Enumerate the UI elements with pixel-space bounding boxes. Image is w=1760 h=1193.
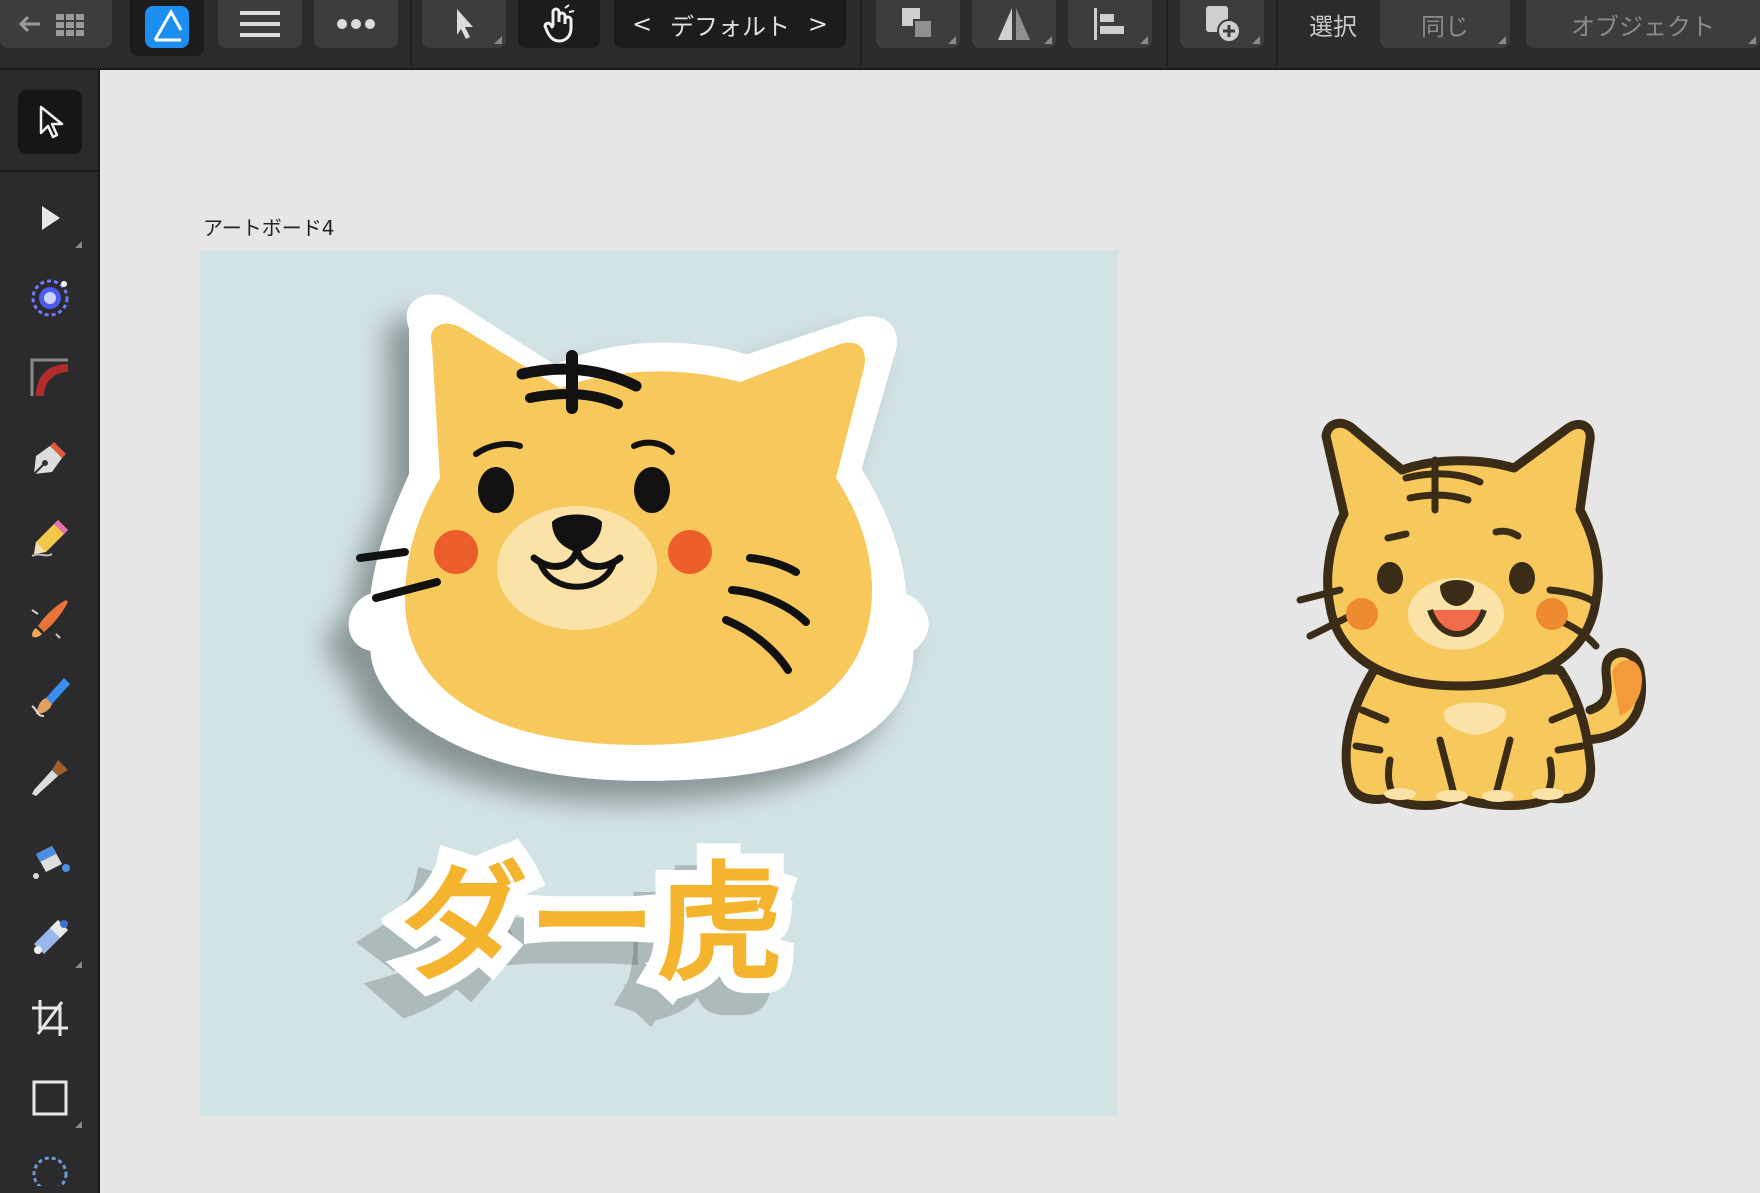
arrange-icon: [902, 8, 933, 39]
add-shape-icon: [1206, 6, 1241, 43]
insert-button[interactable]: [1180, 0, 1264, 48]
menu-button[interactable]: [218, 0, 302, 48]
crop-tool[interactable]: [18, 986, 82, 1050]
pen-icon: [33, 442, 66, 475]
artboard[interactable]: ダー虎 ダー虎 ダー虎: [200, 250, 1118, 1116]
toolbar-divider: [410, 0, 412, 66]
select-label: 選択: [1309, 12, 1357, 41]
pencil-icon: [31, 520, 68, 557]
sitting-tiger-illustration[interactable]: [1290, 410, 1690, 850]
paint-brush-tool[interactable]: [18, 666, 82, 730]
ellipse-icon: [32, 1156, 68, 1186]
pencil-tool[interactable]: [18, 506, 82, 570]
top-toolbar: < デフォルト > 選択 同じ オブジェクト: [0, 0, 1760, 70]
arrange-button[interactable]: [876, 0, 960, 48]
hand-tap-icon: [543, 4, 575, 43]
tools-divider: [0, 170, 98, 172]
contour-tool[interactable]: [18, 266, 82, 330]
select-object-button[interactable]: オブジェクト: [1526, 0, 1760, 48]
artboard-label[interactable]: アートボード4: [203, 212, 335, 241]
toolbar-divider: [860, 0, 862, 66]
vector-brush-icon: [31, 600, 68, 639]
back-grid-icon: [18, 14, 84, 36]
knife-tool[interactable]: [18, 746, 82, 810]
select-mode-button[interactable]: [422, 0, 506, 48]
move-tool[interactable]: [18, 90, 82, 154]
more-button[interactable]: [314, 0, 398, 48]
tools-panel: [0, 70, 100, 1193]
corner-icon: [30, 358, 68, 396]
logo-text[interactable]: ダー虎 ダー虎 ダー虎: [363, 820, 900, 1036]
fill-tool[interactable]: [18, 826, 82, 890]
gradient-icon: [34, 920, 68, 954]
next-chevron-icon[interactable]: >: [808, 10, 828, 38]
flip-button[interactable]: [972, 0, 1056, 48]
select-label-button[interactable]: 選択: [1290, 0, 1376, 48]
flip-icon: [998, 8, 1030, 40]
knife-icon: [32, 760, 68, 796]
select-object-label: オブジェクト: [1571, 12, 1715, 41]
arrow-icon: [39, 105, 64, 139]
ellipsis-icon: [337, 19, 375, 29]
corner-tool[interactable]: [18, 346, 82, 410]
crop-icon: [32, 1000, 68, 1036]
vector-brush-tool[interactable]: [18, 586, 82, 650]
contour-icon: [31, 279, 69, 317]
hand-mode-button[interactable]: [518, 0, 600, 48]
hamburger-icon: [240, 11, 280, 37]
toolbar-divider: [1166, 0, 1168, 66]
triangle-arrow-icon: [42, 206, 60, 230]
brush-icon: [31, 678, 70, 717]
logo-text-fill: ダー虎: [400, 850, 785, 999]
align-button[interactable]: [1068, 0, 1152, 48]
select-same-label: 同じ: [1421, 12, 1469, 41]
fill-icon: [33, 846, 70, 879]
pen-tool[interactable]: [18, 426, 82, 490]
persona-switcher[interactable]: < デフォルト >: [614, 0, 846, 48]
affinity-designer-logo-icon: [145, 6, 189, 48]
designer-persona-button[interactable]: [130, 0, 204, 56]
align-left-icon: [1094, 8, 1124, 40]
select-same-button[interactable]: 同じ: [1380, 0, 1510, 48]
back-to-home-button[interactable]: [0, 0, 112, 48]
ellipse-tool[interactable]: [18, 1146, 82, 1186]
transparency-tool[interactable]: [18, 906, 82, 970]
rectangle-icon: [32, 1080, 68, 1116]
toolbar-divider: [1276, 0, 1278, 66]
prev-chevron-icon[interactable]: <: [632, 10, 652, 38]
node-tool[interactable]: [18, 186, 82, 250]
persona-label: デフォルト: [670, 12, 790, 41]
cursor-icon: [457, 9, 473, 39]
rectangle-tool[interactable]: [18, 1066, 82, 1130]
